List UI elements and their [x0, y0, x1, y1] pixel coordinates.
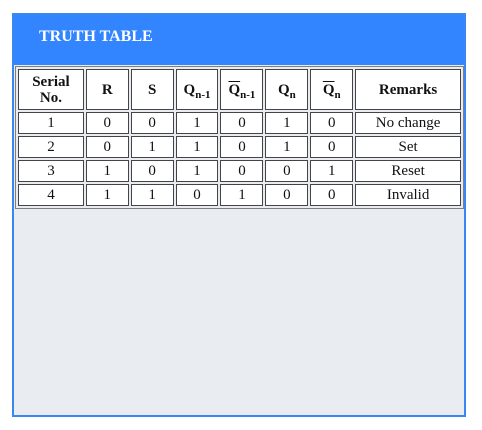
panel-title: TRUTH TABLE [39, 28, 153, 45]
cell-serial: 2 [18, 136, 84, 158]
cell-qbar: 1 [310, 160, 354, 182]
col-header-remarks: Remarks [355, 69, 461, 110]
cell-qbar-prev: 0 [220, 160, 264, 182]
table-row: 2 0 1 1 0 1 0 Set [18, 136, 461, 158]
cell-s: 0 [130, 112, 174, 134]
col-header-qbar-prev: Qn-1 [220, 69, 264, 110]
q-sub: n [289, 88, 296, 101]
cell-qbar: 0 [310, 184, 354, 206]
cell-q-prev: 1 [175, 160, 219, 182]
cell-r: 1 [85, 184, 129, 206]
cell-remarks: Set [355, 136, 461, 158]
cell-q-prev: 1 [175, 112, 219, 134]
cell-remarks: No change [355, 112, 461, 134]
truth-table-panel: TRUTH TABLE Serial No. R S Qn-1 Qn-1 Qn [12, 13, 466, 417]
cell-qbar: 0 [310, 136, 354, 158]
qbar-prev-sub: n-1 [240, 88, 256, 101]
col-header-r: R [85, 69, 129, 110]
cell-q: 0 [265, 160, 309, 182]
table-row: 1 0 0 1 0 1 0 No change [18, 112, 461, 134]
q-prev-base: Q [183, 81, 196, 98]
cell-q: 1 [265, 136, 309, 158]
cell-qbar-prev: 1 [220, 184, 264, 206]
cell-r: 0 [85, 112, 129, 134]
panel-header: TRUTH TABLE [14, 15, 464, 65]
cell-remarks: Invalid [355, 184, 461, 206]
col-header-q: Qn [265, 69, 309, 110]
cell-s: 1 [130, 184, 174, 206]
qbar-base: Q [322, 81, 335, 98]
cell-q-prev: 1 [175, 136, 219, 158]
cell-qbar-prev: 0 [220, 136, 264, 158]
table-row: 3 1 0 1 0 0 1 Reset [18, 160, 461, 182]
cell-serial: 4 [18, 184, 84, 206]
col-header-qbar: Qn [310, 69, 354, 110]
col-header-q-prev: Qn-1 [175, 69, 219, 110]
qbar-prev-base: Q [228, 81, 241, 98]
q-prev-sub: n-1 [195, 88, 211, 101]
cell-s: 0 [130, 160, 174, 182]
cell-serial: 1 [18, 112, 84, 134]
serial-label-line2: No. [39, 89, 62, 106]
cell-q: 1 [265, 112, 309, 134]
cell-qbar: 0 [310, 112, 354, 134]
cell-serial: 3 [18, 160, 84, 182]
serial-label-line1: Serial [32, 73, 70, 90]
table-header-row: Serial No. R S Qn-1 Qn-1 Qn Qn Remarks [18, 69, 461, 110]
q-base: Q [277, 81, 290, 98]
truth-table: Serial No. R S Qn-1 Qn-1 Qn Qn Remarks 1… [15, 66, 464, 209]
cell-r: 0 [85, 136, 129, 158]
cell-s: 1 [130, 136, 174, 158]
cell-q: 0 [265, 184, 309, 206]
col-header-serial: Serial No. [18, 69, 84, 110]
cell-remarks: Reset [355, 160, 461, 182]
cell-qbar-prev: 0 [220, 112, 264, 134]
cell-q-prev: 0 [175, 184, 219, 206]
qbar-sub: n [334, 88, 341, 101]
table-row: 4 1 1 0 1 0 0 Invalid [18, 184, 461, 206]
col-header-s: S [130, 69, 174, 110]
cell-r: 1 [85, 160, 129, 182]
